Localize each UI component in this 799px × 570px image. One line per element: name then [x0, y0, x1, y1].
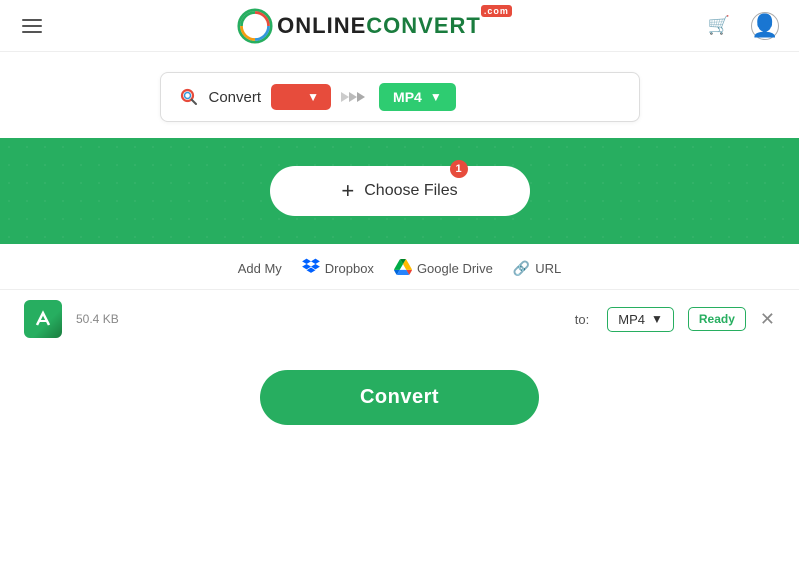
google-drive-label: Google Drive [417, 261, 493, 276]
logo: ONLINECONVERT.com [237, 8, 512, 44]
hamburger-menu[interactable] [18, 15, 46, 37]
convert-section: Convert [0, 348, 799, 447]
add-my-label: Add My [238, 261, 282, 276]
plus-icon: + [341, 178, 354, 204]
user-icon: 👤 [751, 12, 779, 40]
google-drive-icon [394, 259, 412, 279]
files-badge: 1 [450, 160, 468, 178]
file-row: 50.4 KB to: MP4 ▼ Ready ✕ [0, 289, 799, 348]
from-format-dropdown[interactable]: ▼ [271, 84, 331, 110]
file-format-value: MP4 [618, 312, 645, 327]
url-icon: 🔗 [513, 260, 530, 277]
logo-text: ONLINECONVERT.com [277, 13, 512, 39]
hamburger-line-1 [22, 19, 42, 21]
choose-files-label: Choose Files [364, 182, 457, 200]
google-drive-button[interactable]: Google Drive [394, 259, 493, 279]
to-format-dropdown[interactable]: MP4 ▼ [379, 83, 456, 111]
cart-button[interactable]: 🛒 [703, 10, 735, 42]
search-icon [179, 87, 199, 107]
file-thumbnail [24, 300, 62, 338]
chevron-down-icon: ▼ [307, 90, 319, 104]
close-file-button[interactable]: ✕ [760, 309, 775, 330]
add-my-section: Add My Dropbox Google Drive 🔗 URL [0, 244, 799, 289]
hamburger-line-2 [22, 25, 42, 27]
convert-button[interactable]: Convert [260, 370, 539, 425]
header: ONLINECONVERT.com 🛒 👤 [0, 0, 799, 52]
search-bar: Convert ▼ MP4 ▼ [160, 72, 640, 122]
arrows-icon [341, 88, 369, 106]
user-button[interactable]: 👤 [749, 10, 781, 42]
dropbox-label: Dropbox [325, 261, 374, 276]
dropbox-icon [302, 258, 320, 279]
file-to-label: to: [575, 312, 589, 327]
url-button[interactable]: 🔗 URL [513, 260, 561, 277]
file-format-dropdown[interactable]: MP4 ▼ [607, 307, 674, 332]
chevron-down-icon-3: ▼ [651, 312, 663, 326]
chevron-down-icon-2: ▼ [430, 90, 442, 104]
close-icon: ✕ [760, 309, 775, 330]
url-label: URL [535, 261, 561, 276]
ready-badge: Ready [688, 307, 746, 331]
file-size: 50.4 KB [76, 312, 126, 326]
convert-label: Convert [209, 89, 262, 106]
search-section: Convert ▼ MP4 ▼ [0, 52, 799, 138]
drop-zone: + Choose Files 1 [0, 138, 799, 244]
hamburger-line-3 [22, 31, 42, 33]
header-icons: 🛒 👤 [703, 10, 781, 42]
logo-icon [237, 8, 273, 44]
choose-files-button[interactable]: + Choose Files 1 [270, 166, 530, 216]
dropbox-button[interactable]: Dropbox [302, 258, 374, 279]
to-format-value: MP4 [393, 89, 422, 105]
cart-icon: 🛒 [708, 15, 730, 36]
